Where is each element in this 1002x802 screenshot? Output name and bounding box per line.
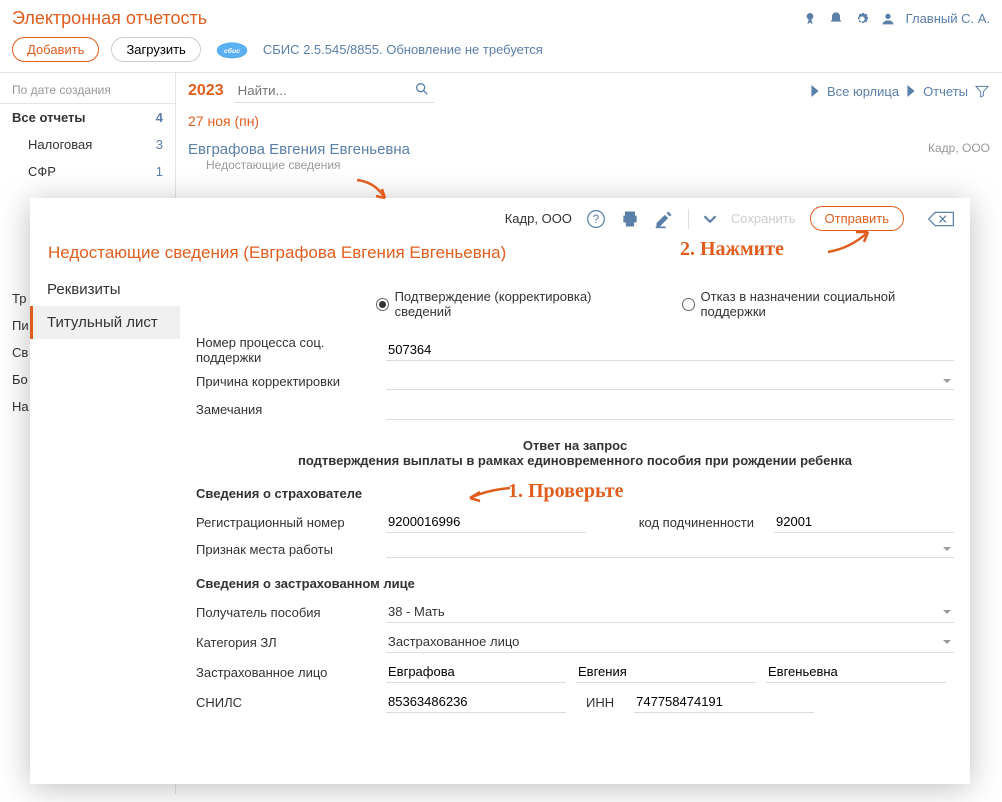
label-snils: СНИЛС bbox=[196, 695, 376, 710]
label-regnum: Регистрационный номер bbox=[196, 515, 376, 530]
label-inn: ИНН bbox=[576, 695, 624, 710]
input-regnum[interactable] bbox=[386, 511, 586, 533]
link-all-orgs[interactable]: Все юрлица bbox=[827, 84, 899, 99]
triangle-icon bbox=[905, 85, 917, 97]
sidebar-item-label: Все отчеты bbox=[12, 110, 86, 125]
radio-icon bbox=[682, 298, 695, 311]
report-list-item[interactable]: Кадр, ООО Евграфова Евгения Евгеньевна Н… bbox=[176, 133, 1002, 180]
user-icon[interactable] bbox=[880, 11, 896, 27]
print-icon[interactable] bbox=[620, 209, 640, 229]
radio-label: Отказ в назначении социальной поддержки bbox=[701, 289, 954, 319]
tab-title-page[interactable]: Титульный лист bbox=[30, 306, 180, 339]
label-notes: Замечания bbox=[196, 402, 376, 417]
sidebar-item-count: 1 bbox=[156, 164, 163, 179]
edit-icon[interactable] bbox=[654, 209, 674, 229]
label-category: Категория ЗЛ bbox=[196, 635, 376, 650]
sidebar-item-count: 4 bbox=[156, 110, 163, 125]
radio-refusal[interactable]: Отказ в назначении социальной поддержки bbox=[682, 289, 954, 319]
search-box bbox=[234, 79, 434, 103]
load-button[interactable]: Загрузить bbox=[111, 37, 200, 62]
list-sub: Недостающие сведения bbox=[188, 158, 990, 172]
dialog-org[interactable]: Кадр, ООО bbox=[505, 211, 572, 226]
version-text: СБИС 2.5.545/8855. Обновление не требует… bbox=[263, 42, 543, 57]
label-process: Номер процесса соц. поддержки bbox=[196, 335, 376, 365]
label-recipient: Получатель пособия bbox=[196, 605, 376, 620]
label-workplace: Признак места работы bbox=[196, 542, 376, 557]
page-title: Электронная отчетость bbox=[12, 8, 207, 29]
sidebar-item-label: Налоговая bbox=[28, 137, 92, 152]
dialog: Кадр, ООО ? Сохранить Отправить Недостаю… bbox=[30, 198, 970, 784]
save-button: Сохранить bbox=[731, 211, 796, 226]
link-reports[interactable]: Отчеты bbox=[923, 84, 968, 99]
section-insured: Сведения о застрахованном лице bbox=[196, 562, 954, 597]
sidebar-sort[interactable]: По дате создания bbox=[0, 77, 175, 104]
send-button[interactable]: Отправить bbox=[810, 206, 904, 231]
input-notes[interactable] bbox=[386, 398, 954, 420]
radio-label: Подтверждение (корректировка) сведений bbox=[395, 289, 642, 319]
input-firstname[interactable] bbox=[576, 661, 756, 683]
input-subcode[interactable] bbox=[774, 511, 954, 533]
input-patronymic[interactable] bbox=[766, 661, 946, 683]
sidebar-item-count: 3 bbox=[156, 137, 163, 152]
sidebar-item-all[interactable]: Все отчеты 4 bbox=[0, 104, 175, 131]
date-header: 27 ноя (пн) bbox=[176, 109, 1002, 133]
list-org: Кадр, ООО bbox=[928, 141, 990, 155]
select-workplace[interactable] bbox=[386, 541, 954, 558]
label-insured: Застрахованное лицо bbox=[196, 665, 376, 680]
sidebar-item-tax[interactable]: Налоговая 3 bbox=[0, 131, 175, 158]
svg-text:?: ? bbox=[593, 213, 600, 226]
tab-requisites[interactable]: Реквизиты bbox=[30, 273, 180, 306]
response-title: Ответ на запрос bbox=[196, 438, 954, 453]
label-subcode: код подчиненности bbox=[629, 515, 764, 530]
select-category[interactable]: Застрахованное лицо bbox=[386, 631, 954, 653]
badge-icon[interactable] bbox=[802, 11, 818, 27]
filter-icon[interactable] bbox=[974, 83, 990, 99]
input-snils[interactable] bbox=[386, 691, 566, 713]
close-button[interactable] bbox=[924, 207, 958, 231]
radio-confirmation[interactable]: Подтверждение (корректировка) сведений bbox=[376, 289, 642, 319]
search-icon[interactable] bbox=[414, 81, 430, 97]
bell-icon[interactable] bbox=[828, 11, 844, 27]
dialog-title: Недостающие сведения (Евграфова Евгения … bbox=[30, 239, 970, 273]
select-reason[interactable] bbox=[386, 373, 954, 390]
sidebar-item-label: СФР bbox=[28, 164, 56, 179]
sidebar-item-sfr[interactable]: СФР 1 bbox=[0, 158, 175, 185]
input-process[interactable] bbox=[386, 339, 954, 361]
header-actions: Главный С. А. bbox=[802, 11, 990, 27]
list-title: Евграфова Евгения Евгеньевна bbox=[188, 141, 990, 158]
input-inn[interactable] bbox=[634, 691, 814, 713]
help-icon[interactable]: ? bbox=[586, 209, 606, 229]
sbis-logo: сбис bbox=[213, 38, 251, 62]
section-insurer: Сведения о страхователе bbox=[196, 472, 954, 507]
search-input[interactable] bbox=[234, 79, 434, 103]
chevron-down-icon[interactable] bbox=[703, 212, 717, 226]
user-name[interactable]: Главный С. А. bbox=[906, 11, 990, 26]
triangle-icon bbox=[809, 85, 821, 97]
radio-icon bbox=[376, 298, 389, 311]
label-reason: Причина корректировки bbox=[196, 374, 376, 389]
year-selector[interactable]: 2023 bbox=[188, 82, 224, 100]
response-sub: подтверждения выплаты в рамках единоврем… bbox=[196, 453, 954, 468]
input-lastname[interactable] bbox=[386, 661, 566, 683]
gear-icon[interactable] bbox=[854, 11, 870, 27]
toolbar: Добавить Загрузить сбис СБИС 2.5.545/885… bbox=[0, 33, 1002, 72]
svg-text:сбис: сбис bbox=[224, 47, 240, 55]
add-button[interactable]: Добавить bbox=[12, 37, 99, 62]
select-recipient[interactable]: 38 - Мать bbox=[386, 601, 954, 623]
dialog-tabs: Реквизиты Титульный лист bbox=[30, 273, 180, 785]
dialog-form: Подтверждение (корректировка) сведений О… bbox=[180, 273, 970, 785]
